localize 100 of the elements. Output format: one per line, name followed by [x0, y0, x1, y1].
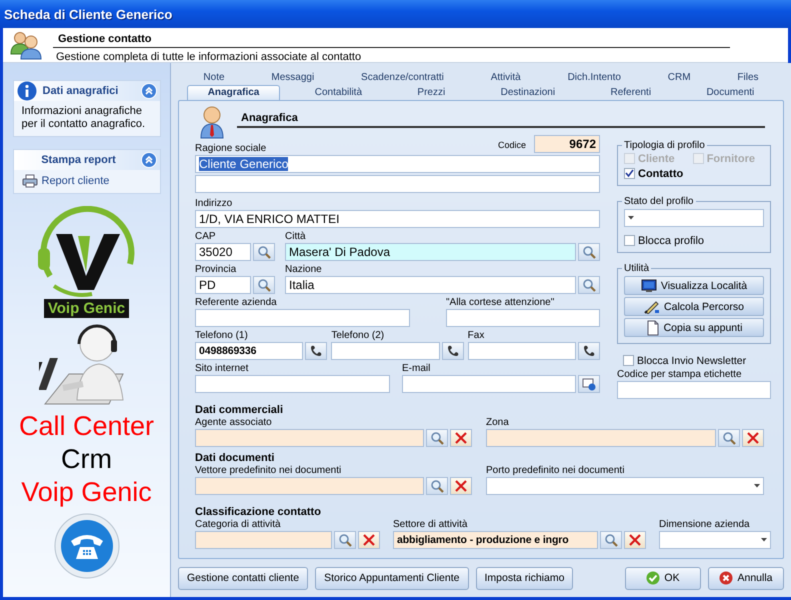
utility-button[interactable]: Visualizza Località — [624, 276, 764, 295]
checkbox[interactable] — [624, 235, 635, 246]
input-field[interactable] — [486, 429, 716, 447]
input-field[interactable] — [195, 477, 424, 495]
input-field[interactable]: Masera' Di Padova — [285, 243, 576, 261]
email-button[interactable] — [578, 375, 600, 393]
input-field[interactable] — [195, 375, 390, 393]
window-title: Scheda di Cliente Generico — [4, 6, 172, 22]
search-button[interactable] — [334, 531, 356, 549]
tab[interactable]: CRM — [660, 71, 699, 85]
clear-button[interactable] — [450, 429, 472, 447]
dial-button[interactable] — [442, 342, 464, 360]
field-label: CAP — [195, 231, 217, 243]
tab[interactable]: Destinazioni — [480, 85, 576, 100]
close-icon — [455, 432, 467, 444]
search-button[interactable] — [718, 429, 740, 447]
clear-button[interactable] — [450, 477, 472, 495]
tab[interactable]: Files — [729, 71, 767, 85]
input-field[interactable]: Cliente Generico — [195, 155, 600, 173]
phone-icon — [54, 513, 120, 579]
clear-button[interactable] — [742, 429, 764, 447]
logo-caption: Voip Genic — [44, 299, 130, 318]
tab[interactable]: Anagrafica — [186, 85, 280, 100]
check-icon — [646, 571, 660, 586]
cancel-button[interactable]: Annulla — [708, 566, 784, 590]
input-field[interactable]: 35020 — [195, 243, 251, 261]
input-field[interactable]: 0498869336 — [195, 342, 304, 360]
input-field[interactable] — [468, 342, 576, 360]
input-field[interactable] — [617, 381, 771, 399]
checkbox-label: Blocca Invio Newsletter — [637, 354, 746, 366]
input-field[interactable] — [195, 309, 410, 327]
search-icon — [722, 431, 736, 445]
tab[interactable]: Attività — [482, 71, 529, 85]
close-icon — [629, 534, 641, 546]
search-button[interactable] — [426, 429, 448, 447]
input-field[interactable]: PD — [195, 276, 251, 294]
clear-button[interactable] — [624, 531, 646, 549]
footer-button[interactable]: Imposta richiamo — [476, 566, 574, 590]
input-field[interactable] — [195, 429, 424, 447]
close-icon — [747, 432, 759, 444]
section-title: Anagrafica — [237, 105, 765, 128]
panel-header[interactable]: Dati anagrafici — [14, 81, 160, 101]
dial-button[interactable] — [305, 342, 328, 360]
tab[interactable]: Scadenze/contratti — [353, 71, 452, 85]
search-icon — [604, 533, 618, 547]
search-button[interactable] — [253, 243, 275, 261]
input-field[interactable] — [446, 309, 600, 327]
field-label: Porto predefinito nei documenti — [486, 465, 626, 477]
field-label: Provincia — [195, 264, 238, 276]
search-button[interactable] — [253, 276, 275, 294]
tab[interactable]: Contabilità — [294, 85, 384, 100]
input-field[interactable] — [195, 175, 600, 193]
field-label: Nazione — [285, 264, 323, 276]
info-icon — [16, 81, 36, 101]
field-label: Dimensione azienda — [659, 519, 751, 531]
field-label: Vettore predefinito nei documenti — [195, 465, 342, 477]
tab[interactable]: Dich.Intento — [560, 71, 629, 85]
caret-icon — [754, 484, 760, 488]
search-icon — [257, 278, 271, 292]
ok-button[interactable]: OK — [625, 566, 701, 590]
input-field[interactable]: abbigliamento - produzione e ingro — [393, 531, 598, 549]
tab[interactable]: Documenti — [685, 85, 776, 100]
people-icon — [9, 30, 43, 60]
dial-button[interactable] — [578, 342, 600, 360]
panel-header[interactable]: Stampa report — [14, 150, 160, 170]
monitor-icon — [640, 278, 657, 292]
promo-text: Crm — [61, 443, 112, 476]
tab[interactable]: Referenti — [589, 85, 672, 100]
search-button[interactable] — [578, 276, 600, 294]
tab[interactable]: Prezzi — [396, 85, 466, 100]
input-field[interactable] — [402, 375, 576, 393]
checkbox[interactable] — [624, 168, 635, 179]
printer-icon — [22, 174, 38, 188]
header-subtitle: Gestione completa di tutte le informazioni associate al contatto — [55, 50, 362, 63]
clear-button[interactable] — [358, 531, 380, 549]
utility-button[interactable]: Copia su appunti — [624, 318, 764, 337]
checkbox-label: Contatto — [638, 168, 684, 180]
field-label: Categoria di attività — [195, 519, 282, 531]
close-icon — [363, 534, 375, 546]
field-label: Codice — [498, 140, 526, 150]
input-field[interactable]: Italia — [285, 276, 576, 294]
search-button[interactable] — [426, 477, 448, 495]
tab[interactable]: Messaggi — [263, 71, 322, 85]
utility-button[interactable]: Calcola Percorso — [624, 297, 764, 316]
field-label: Codice per stampa etichette — [617, 369, 743, 381]
input-field[interactable]: 1/D, VIA ENRICO MATTEI — [195, 210, 600, 228]
document-icon — [646, 320, 660, 336]
checkbox[interactable] — [623, 355, 634, 366]
handset-icon — [309, 344, 324, 358]
search-button[interactable] — [600, 531, 622, 549]
field-label: Telefono (1) — [195, 330, 249, 342]
footer-button[interactable]: Gestione contatti cliente — [178, 566, 308, 590]
search-button[interactable] — [578, 243, 600, 261]
input-field[interactable] — [331, 342, 440, 360]
tab[interactable]: Note — [195, 71, 233, 85]
search-icon — [338, 533, 352, 547]
footer-button[interactable]: Storico Appuntamenti Cliente — [315, 566, 468, 590]
collapse-icon — [140, 83, 156, 99]
input-field[interactable] — [195, 531, 332, 549]
report-link[interactable]: Report cliente — [22, 174, 152, 188]
